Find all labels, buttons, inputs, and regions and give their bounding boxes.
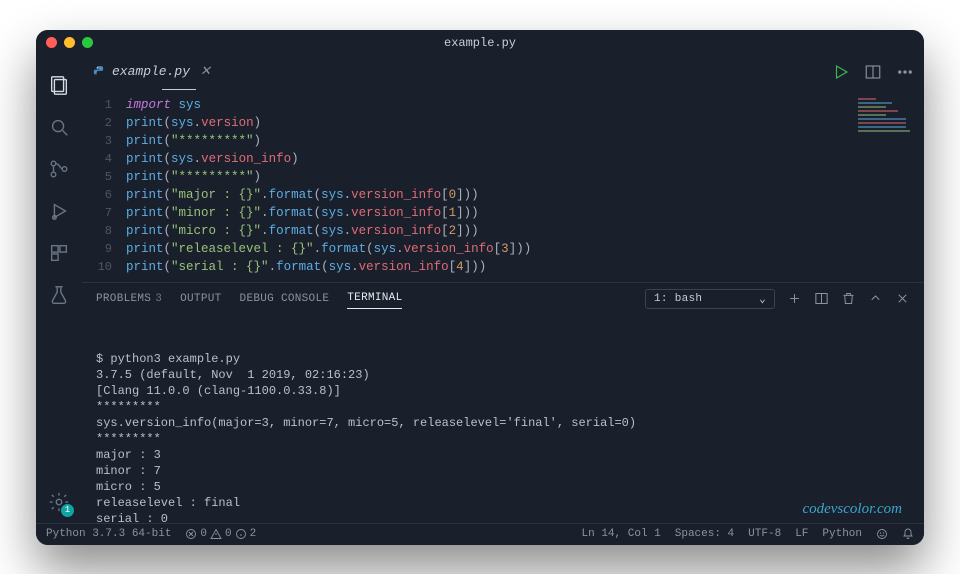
status-eol[interactable]: LF (795, 528, 808, 540)
status-python-interpreter[interactable]: Python 3.7.3 64-bit (46, 528, 171, 540)
tab-filename: example.py (112, 64, 190, 79)
tab-terminal[interactable]: TERMINAL (347, 292, 402, 309)
python-file-icon (92, 65, 106, 79)
bottom-panel: PROBLEMS 3 OUTPUT DEBUG CONSOLE TERMINAL… (82, 282, 924, 523)
main-body: 1 example.py ✕ 12345678910 i (36, 56, 924, 523)
source-control-icon[interactable] (36, 148, 82, 190)
close-window-button[interactable] (46, 37, 57, 48)
status-bar: Python 3.7.3 64-bit 0 0 2 Ln 14, Col 1 S… (36, 523, 924, 545)
line-gutter: 12345678910 (82, 96, 126, 276)
new-terminal-icon[interactable] (787, 291, 802, 306)
status-language-mode[interactable]: Python (822, 528, 862, 540)
more-actions-icon[interactable] (896, 63, 914, 81)
maximize-window-button[interactable] (82, 37, 93, 48)
minimap[interactable] (858, 96, 918, 136)
tab-debug-console[interactable]: DEBUG CONSOLE (240, 293, 330, 305)
vscode-window: example.py 1 exampl (36, 30, 924, 545)
terminal-selector-label: 1: bash (654, 293, 702, 305)
feedback-icon[interactable] (876, 528, 888, 540)
minimize-window-button[interactable] (64, 37, 75, 48)
status-encoding[interactable]: UTF-8 (748, 528, 781, 540)
status-indentation[interactable]: Spaces: 4 (675, 528, 734, 540)
terminal-selector[interactable]: 1: bash ⌄ (645, 289, 775, 309)
run-debug-icon[interactable] (36, 190, 82, 232)
terminal-output[interactable]: $ python3 example.py3.7.5 (default, Nov … (82, 315, 924, 523)
panel-tabs: PROBLEMS 3 OUTPUT DEBUG CONSOLE TERMINAL… (82, 283, 924, 315)
editor-actions (832, 56, 914, 88)
run-file-icon[interactable] (832, 63, 850, 81)
kill-terminal-icon[interactable] (841, 291, 856, 306)
tab-output[interactable]: OUTPUT (180, 293, 221, 305)
notifications-icon[interactable] (902, 528, 914, 540)
tab-problems[interactable]: PROBLEMS 3 (96, 293, 162, 305)
settings-badge: 1 (61, 504, 74, 517)
code-editor[interactable]: 12345678910 import sysprint(sys.version)… (82, 94, 924, 282)
split-terminal-icon[interactable] (814, 291, 829, 306)
close-panel-icon[interactable] (895, 291, 910, 306)
editor-area: example.py ✕ 12345678910 import sysprint… (82, 56, 924, 523)
search-icon[interactable] (36, 106, 82, 148)
problems-count: 3 (155, 293, 162, 305)
watermark-text: codevscolor.com (802, 501, 902, 517)
window-controls (46, 37, 93, 48)
settings-gear-icon[interactable]: 1 (36, 481, 82, 523)
tabs-row: example.py ✕ (82, 56, 924, 88)
explorer-icon[interactable] (36, 64, 82, 106)
titlebar: example.py (36, 30, 924, 56)
status-problems[interactable]: 0 0 2 (185, 528, 256, 540)
window-title: example.py (444, 36, 516, 50)
testing-icon[interactable] (36, 274, 82, 316)
tab-close-icon[interactable]: ✕ (200, 64, 211, 79)
split-editor-icon[interactable] (864, 63, 882, 81)
code-content[interactable]: import sysprint(sys.version)print("*****… (126, 96, 924, 276)
breadcrumb-indicator (162, 88, 196, 90)
chevron-down-icon: ⌄ (759, 292, 766, 306)
maximize-panel-icon[interactable] (868, 291, 883, 306)
activity-bar: 1 (36, 56, 82, 523)
extensions-icon[interactable] (36, 232, 82, 274)
status-cursor-position[interactable]: Ln 14, Col 1 (582, 528, 661, 540)
tab-example-py[interactable]: example.py ✕ (82, 56, 221, 88)
